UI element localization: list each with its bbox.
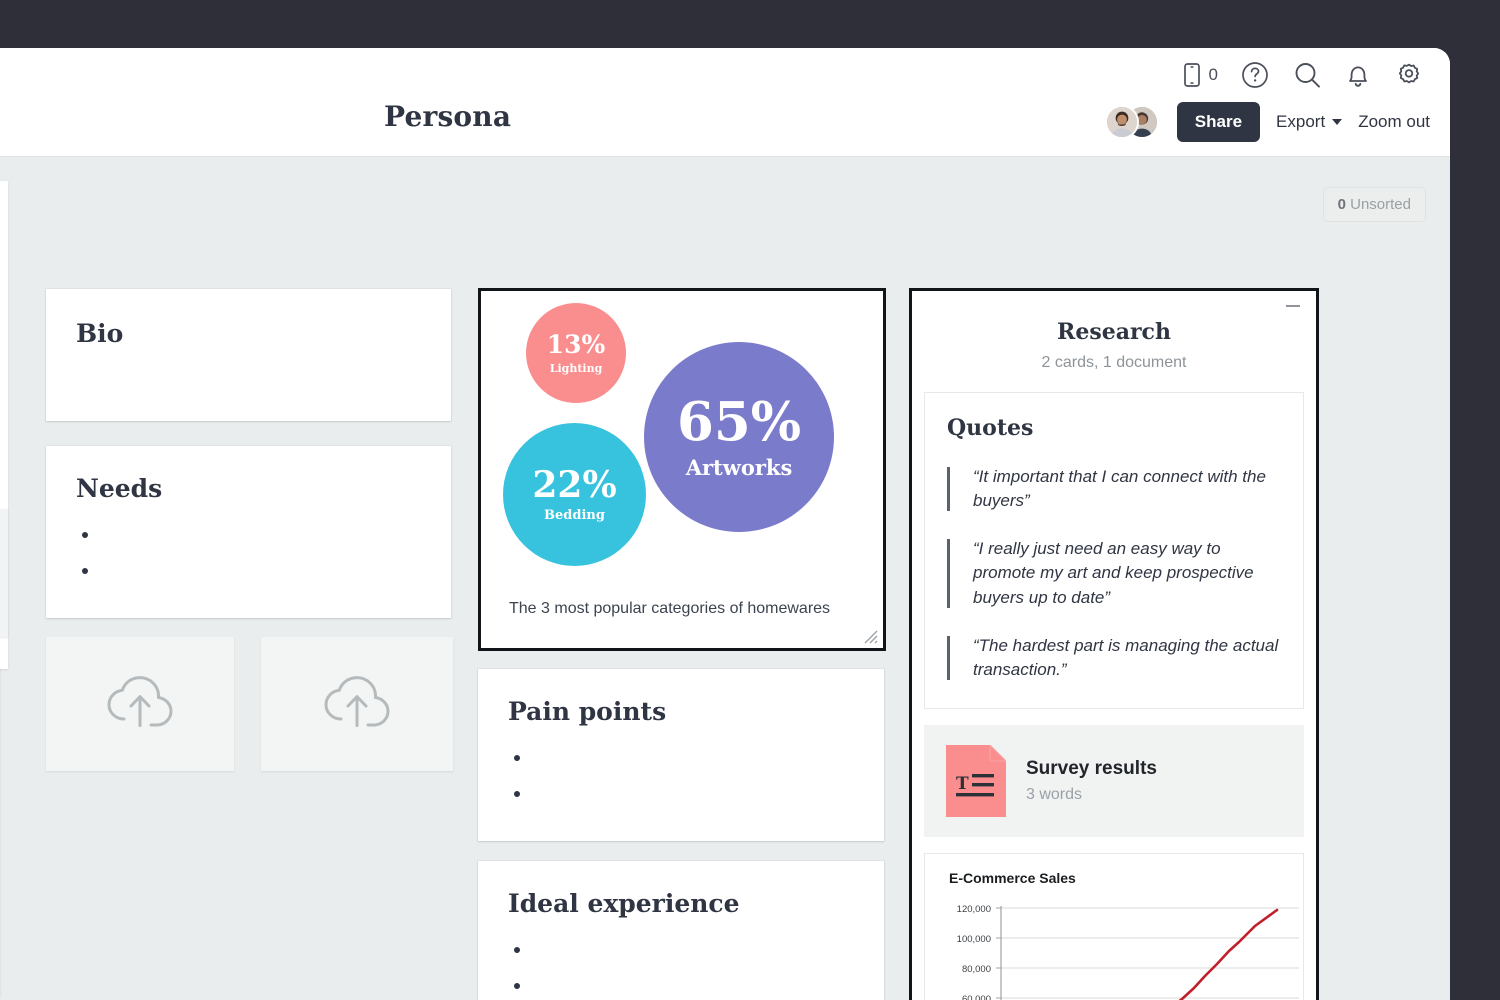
unsorted-label: Unsorted bbox=[1350, 196, 1411, 213]
card-bio[interactable]: Bio bbox=[46, 289, 451, 421]
upload-placeholder-1[interactable] bbox=[46, 637, 234, 771]
bubble-lighting-value: 13% bbox=[546, 330, 606, 359]
resize-handle-icon[interactable] bbox=[862, 628, 878, 644]
ecommerce-sales-line-chart: 120,000 100,000 80,000 60,000 40,000 bbox=[957, 904, 1299, 1000]
list-item[interactable] bbox=[76, 561, 421, 597]
top-bar: 0 Persona Share Export Zoom out bbox=[0, 48, 1450, 156]
search-button[interactable] bbox=[1292, 60, 1322, 90]
bubble-bedding-label: Bedding bbox=[544, 508, 605, 523]
bell-icon bbox=[1344, 60, 1372, 90]
bubble-bedding-value: 22% bbox=[532, 464, 617, 506]
gear-icon bbox=[1394, 60, 1424, 90]
bubble-lighting-label: Lighting bbox=[549, 362, 603, 375]
ecommerce-sales-chart-card[interactable]: E-Commerce Sales 120,000 100,000 80,000 … bbox=[924, 852, 1304, 1000]
unsorted-badge[interactable]: 0 Unsorted bbox=[1322, 187, 1426, 222]
list-item[interactable] bbox=[508, 976, 854, 1000]
top-icon-row: 0 bbox=[1181, 60, 1424, 90]
card-needs-heading: Needs bbox=[76, 474, 163, 503]
avatar-1-image bbox=[1106, 107, 1137, 137]
share-button[interactable]: Share bbox=[1176, 102, 1261, 142]
help-button[interactable] bbox=[1240, 60, 1270, 90]
document-name: Survey results bbox=[1026, 757, 1157, 779]
quotes-heading: Quotes bbox=[947, 415, 1034, 441]
card-needs[interactable]: Needs bbox=[46, 446, 451, 618]
search-icon bbox=[1292, 60, 1322, 90]
avatar-1[interactable] bbox=[1104, 105, 1139, 139]
card-pain-points-heading: Pain points bbox=[508, 697, 667, 726]
cloud-upload-icon bbox=[104, 674, 176, 735]
board-canvas[interactable]: 0 Unsorted Bio Needs 13% Lighting 22% Be… bbox=[0, 156, 1450, 1000]
bubble-bedding: 22% Bedding bbox=[503, 423, 646, 566]
bubble-chart-caption: The 3 most popular categories of homewar… bbox=[509, 600, 831, 617]
card-pain-points[interactable]: Pain points bbox=[478, 669, 884, 841]
cloud-upload-icon bbox=[321, 674, 393, 735]
quote-item: “It important that I can connect with th… bbox=[947, 465, 1281, 513]
app-window: 0 Persona Share Export Zoom out 0 Unsort… bbox=[0, 48, 1450, 1000]
document-row[interactable]: T Survey results 3 words bbox=[924, 724, 1304, 837]
bubble-artworks-value: 65% bbox=[676, 391, 802, 453]
quote-item: “The hardest part is managing the actual… bbox=[947, 634, 1281, 682]
bubble-chart-card[interactable]: 13% Lighting 22% Bedding 65% Artworks Th… bbox=[478, 288, 886, 651]
unsorted-count: 0 bbox=[1337, 196, 1346, 213]
minimize-icon[interactable] bbox=[1286, 305, 1300, 307]
card-needs-bullets bbox=[76, 525, 421, 597]
ecommerce-sales-chart-title: E-Commerce Sales bbox=[949, 869, 1076, 886]
title-row: Persona Share Export Zoom out bbox=[0, 100, 1450, 156]
bubble-lighting: 13% Lighting bbox=[526, 303, 626, 403]
collaborator-avatars[interactable] bbox=[1104, 105, 1161, 139]
quotes-card[interactable]: Quotes “It important that I can connect … bbox=[924, 392, 1304, 709]
research-subtitle: 2 cards, 1 document bbox=[1041, 354, 1187, 371]
list-item[interactable] bbox=[76, 525, 421, 561]
bubble-artworks-label: Artworks bbox=[685, 455, 793, 480]
card-ideal-experience[interactable]: Ideal experience bbox=[478, 861, 884, 1000]
offscreen-card-left-2[interactable] bbox=[0, 509, 8, 637]
document-text: Survey results 3 words bbox=[1026, 758, 1157, 804]
help-icon bbox=[1240, 60, 1270, 90]
export-label: Export bbox=[1276, 112, 1326, 131]
quote-item: “I really just need an easy way to promo… bbox=[947, 537, 1281, 609]
card-pain-points-bullets bbox=[508, 748, 854, 820]
document-meta: 3 words bbox=[1026, 785, 1083, 803]
zoom-out-button[interactable]: Zoom out bbox=[1358, 112, 1430, 132]
mobile-preview-button[interactable]: 0 bbox=[1181, 62, 1218, 88]
svg-text:T: T bbox=[956, 774, 969, 794]
card-ideal-experience-heading: Ideal experience bbox=[508, 889, 740, 918]
chevron-down-icon bbox=[1332, 119, 1343, 125]
upload-placeholder-2[interactable] bbox=[261, 637, 453, 771]
screen-root: 0 Persona Share Export Zoom out 0 Unsort… bbox=[0, 0, 1500, 1000]
research-panel[interactable]: Research 2 cards, 1 document Quotes “It … bbox=[909, 288, 1319, 1000]
notifications-button[interactable] bbox=[1344, 60, 1372, 90]
mobile-preview-icon bbox=[1181, 62, 1203, 88]
card-bio-heading: Bio bbox=[76, 319, 124, 348]
list-item[interactable] bbox=[508, 748, 854, 784]
mobile-preview-count: 0 bbox=[1208, 65, 1218, 84]
text-document-icon: T bbox=[946, 743, 1008, 817]
svg-text:60,000: 60,000 bbox=[962, 994, 991, 1000]
card-ideal-experience-bullets bbox=[508, 940, 854, 1000]
settings-button[interactable] bbox=[1394, 60, 1424, 90]
svg-text:80,000: 80,000 bbox=[962, 964, 991, 975]
page-title: Persona bbox=[384, 100, 512, 133]
export-button[interactable]: Export bbox=[1276, 112, 1343, 132]
right-actions: Share Export Zoom out bbox=[1104, 102, 1430, 142]
svg-text:100,000: 100,000 bbox=[957, 934, 991, 945]
svg-text:120,000: 120,000 bbox=[957, 904, 991, 915]
bubble-artworks: 65% Artworks bbox=[644, 342, 834, 532]
list-item[interactable] bbox=[508, 940, 854, 976]
list-item[interactable] bbox=[508, 784, 854, 820]
research-title: Research bbox=[1057, 319, 1171, 345]
